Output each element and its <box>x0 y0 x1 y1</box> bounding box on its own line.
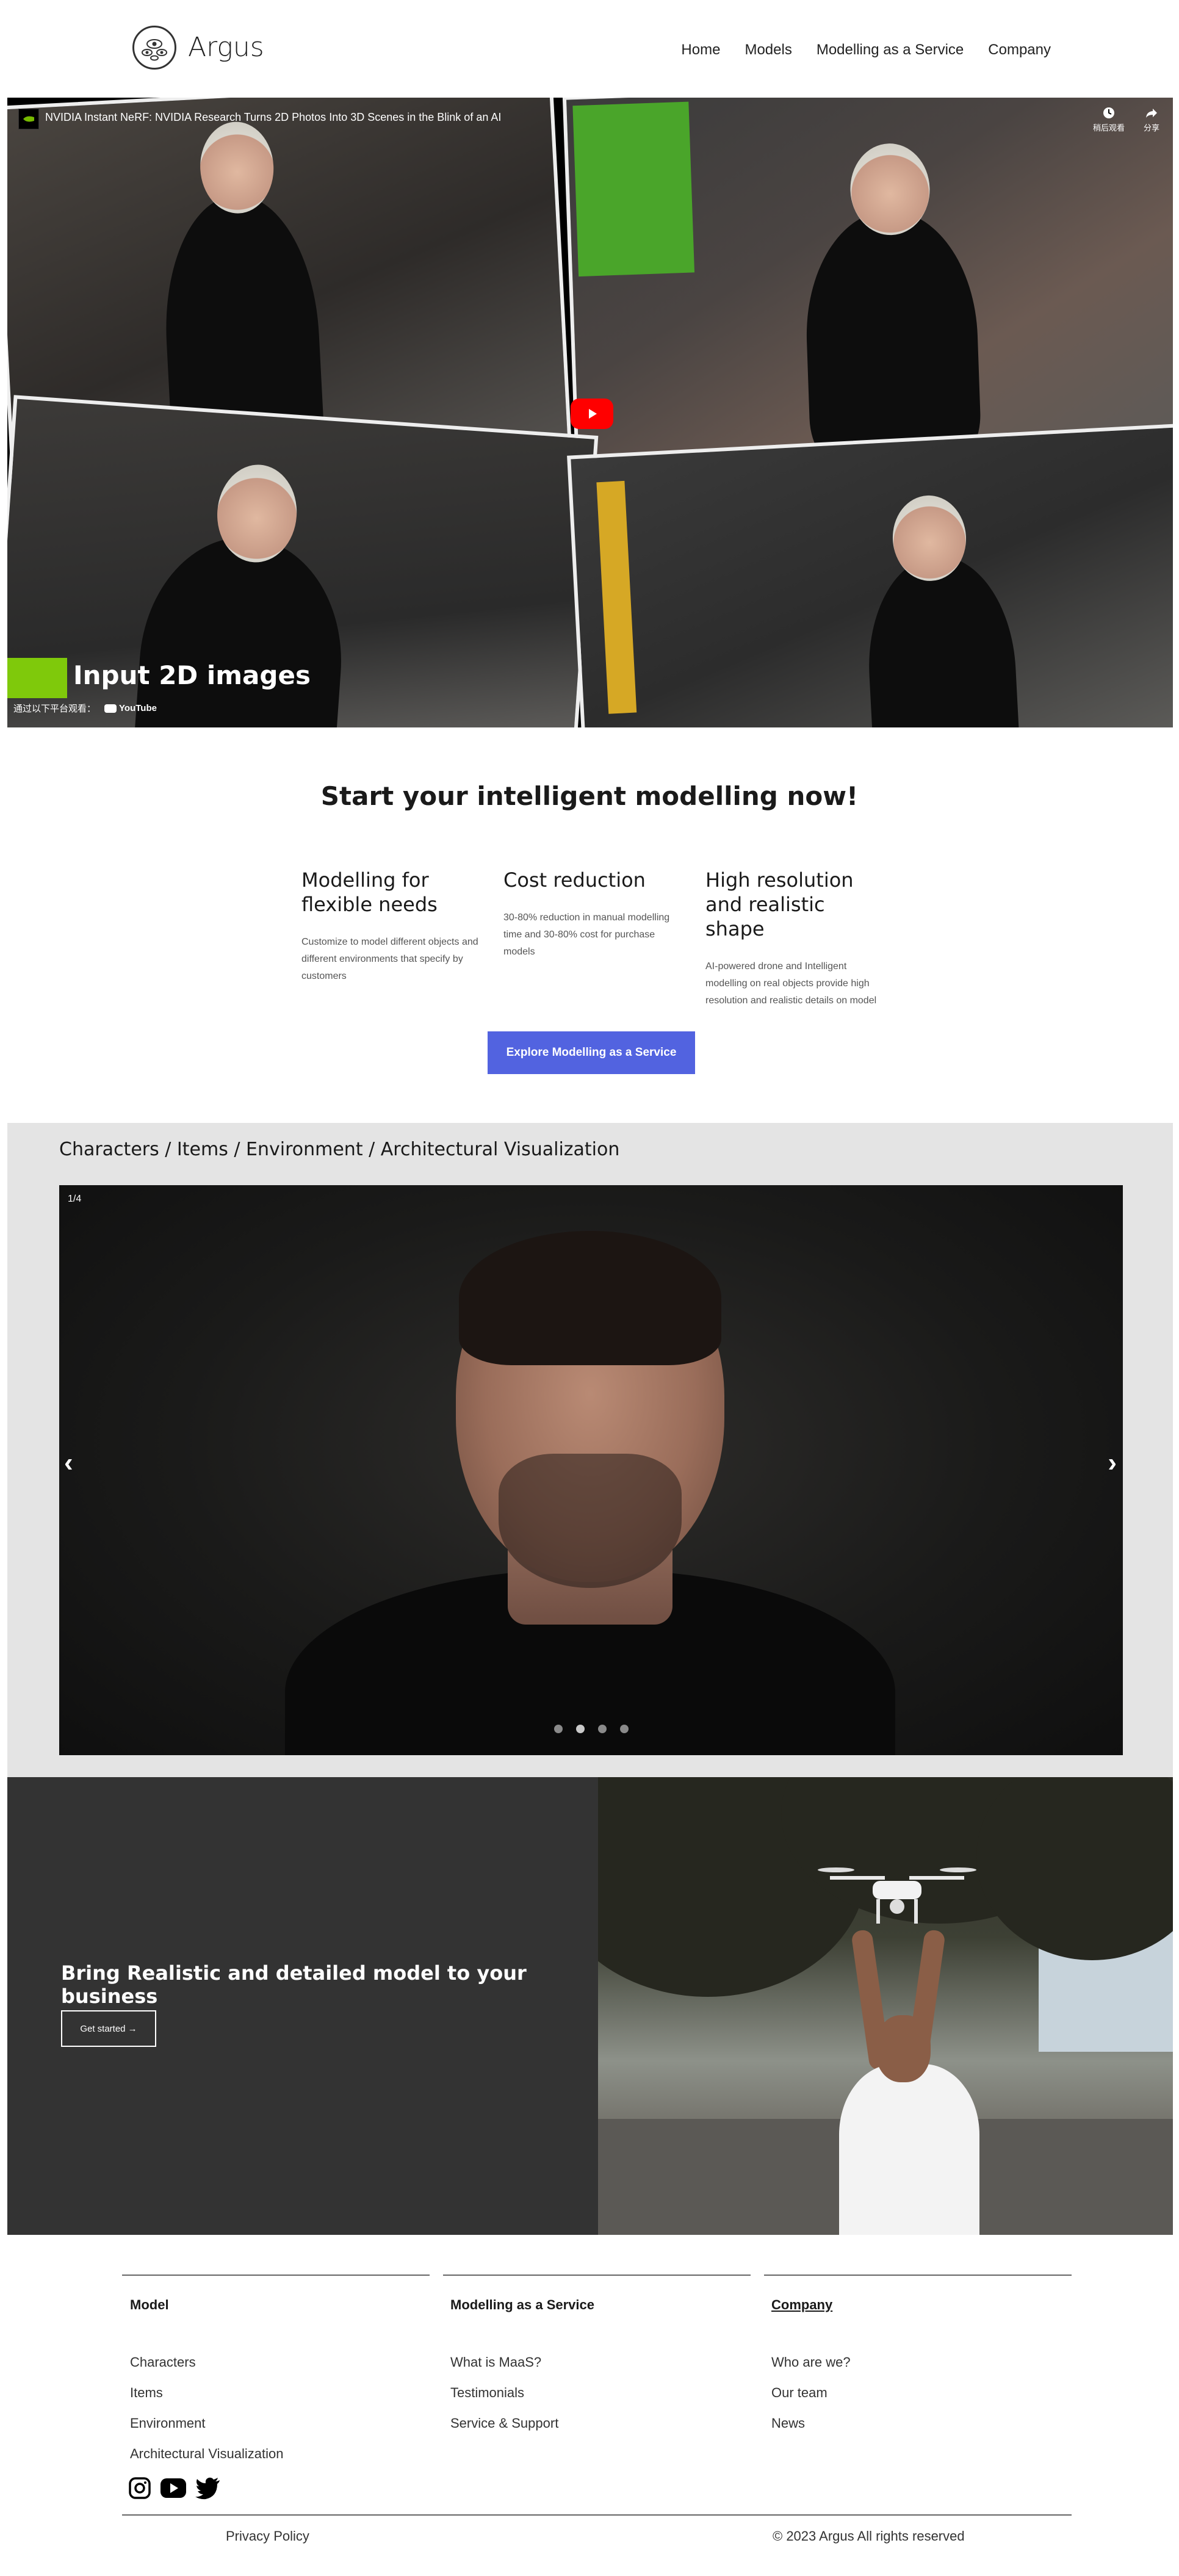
footer-heading-maas[interactable]: Modelling as a Service <box>450 2297 594 2313</box>
video-frame-panel <box>562 98 1173 470</box>
model-gallery: Characters / Items / Environment / Archi… <box>7 1123 1173 1777</box>
slide-dot[interactable] <box>575 1725 585 1733</box>
footer-link[interactable]: Who are we? <box>771 2354 851 2385</box>
slide-dots <box>59 1725 1123 1733</box>
feature-card: Cost reduction 30-80% reduction in manua… <box>503 868 687 961</box>
nav-home[interactable]: Home <box>681 41 720 59</box>
footer-link[interactable]: Items <box>130 2385 284 2415</box>
watch-later-label: 稍后观看 <box>1092 123 1125 132</box>
get-started-button[interactable]: Get started → <box>61 2010 156 2047</box>
footer-link[interactable]: Testimonials <box>450 2385 558 2415</box>
feature-title: Modelling for flexible needs <box>301 868 438 916</box>
prev-slide-button[interactable]: ‹ <box>64 1448 73 1478</box>
feature-card: Modelling for flexible needs Customize t… <box>301 868 485 985</box>
footer-link[interactable]: Service & Support <box>450 2415 558 2446</box>
slide-dot[interactable] <box>553 1725 563 1733</box>
video-frame-panel <box>567 423 1173 727</box>
footer-divider <box>122 2275 430 2276</box>
footer-link[interactable]: Environment <box>130 2415 284 2446</box>
nvidia-logo-icon[interactable] <box>18 109 39 129</box>
social-links <box>128 2477 221 2500</box>
business-title: Bring Realistic and detailed model to yo… <box>61 1961 527 2008</box>
brand-name[interactable]: Argus <box>188 32 264 63</box>
caption-accent <box>7 658 67 698</box>
share-icon <box>1146 109 1157 118</box>
privacy-policy-link[interactable]: Privacy Policy <box>226 2528 309 2544</box>
footer-heading-company[interactable]: Company <box>771 2297 832 2313</box>
business-panel: Bring Realistic and detailed model to yo… <box>7 1777 598 2235</box>
next-slide-button[interactable]: › <box>1108 1448 1117 1478</box>
footer-link[interactable]: News <box>771 2415 851 2446</box>
footer-heading-model[interactable]: Model <box>130 2297 169 2313</box>
share-label: 分享 <box>1143 123 1159 132</box>
watch-later-button[interactable]: 稍后观看 <box>1087 106 1130 133</box>
feature-title: Cost reduction <box>503 868 646 892</box>
share-button[interactable]: 分享 <box>1130 106 1173 133</box>
footer-link[interactable]: Architectural Visualization <box>130 2446 284 2477</box>
explore-maas-button[interactable]: Explore Modelling as a Service <box>488 1031 695 1074</box>
twitter-icon[interactable] <box>195 2477 221 2500</box>
feature-card: High resolution and realistic shape AI-p… <box>705 868 889 1009</box>
feature-text: AI-powered drone and Intelligent modelli… <box>705 961 877 1006</box>
footer-links-maas: What is MaaS? Testimonials Service & Sup… <box>450 2354 558 2446</box>
slide-counter: 1/4 <box>68 1194 82 1204</box>
video-caption: Input 2D images <box>73 660 311 690</box>
feature-title: High resolution and realistic shape <box>705 868 854 940</box>
youtube-video-embed[interactable]: NVIDIA Instant NeRF: NVIDIA Research Tur… <box>7 98 1173 727</box>
argus-logo-icon[interactable] <box>132 26 176 70</box>
watch-on-youtube[interactable]: 通过以下平台观看： YouTube <box>13 702 157 715</box>
footer-links-model: Characters Items Environment Architectur… <box>130 2354 284 2477</box>
nav-maas[interactable]: Modelling as a Service <box>817 41 964 59</box>
slide-dot[interactable] <box>597 1725 607 1733</box>
feature-text: Customize to model different objects and… <box>301 937 478 981</box>
site-header: Argus Home Models Modelling as a Service… <box>0 0 1179 98</box>
nav-company[interactable]: Company <box>988 41 1051 59</box>
drone-icon <box>818 1867 976 1924</box>
footer-bottom-divider <box>122 2514 1072 2516</box>
slide-dot[interactable] <box>619 1725 629 1733</box>
intro-title: Start your intelligent modelling now! <box>320 781 859 811</box>
main-nav: Home Models Modelling as a Service Compa… <box>681 41 1051 59</box>
play-icon <box>589 409 597 419</box>
footer-link[interactable]: Our team <box>771 2385 851 2415</box>
copyright-text: © 2023 Argus All rights reserved <box>773 2528 965 2544</box>
gallery-slide[interactable]: 1/4 ‹ › <box>59 1185 1123 1755</box>
instagram-icon[interactable] <box>128 2477 151 2500</box>
footer-divider <box>764 2275 1072 2276</box>
business-banner: Bring Realistic and detailed model to yo… <box>7 1777 1173 2235</box>
drone-photo <box>598 1777 1173 2235</box>
clock-icon <box>1103 107 1114 118</box>
footer-divider <box>443 2275 751 2276</box>
watch-on-label: 通过以下平台观看： <box>13 704 96 714</box>
footer-link[interactable]: Characters <box>130 2354 284 2385</box>
footer-links-company: Who are we? Our team News <box>771 2354 851 2446</box>
nav-models[interactable]: Models <box>745 41 791 59</box>
gallery-title: Characters / Items / Environment / Archi… <box>59 1139 620 1160</box>
footer-link[interactable]: What is MaaS? <box>450 2354 558 2385</box>
youtube-icon[interactable] <box>160 2477 187 2500</box>
youtube-logo-icon[interactable]: YouTube <box>104 703 157 713</box>
video-title[interactable]: NVIDIA Instant NeRF: NVIDIA Research Tur… <box>45 111 501 124</box>
feature-text: 30-80% reduction in manual modelling tim… <box>503 912 670 957</box>
play-button[interactable] <box>571 399 613 429</box>
